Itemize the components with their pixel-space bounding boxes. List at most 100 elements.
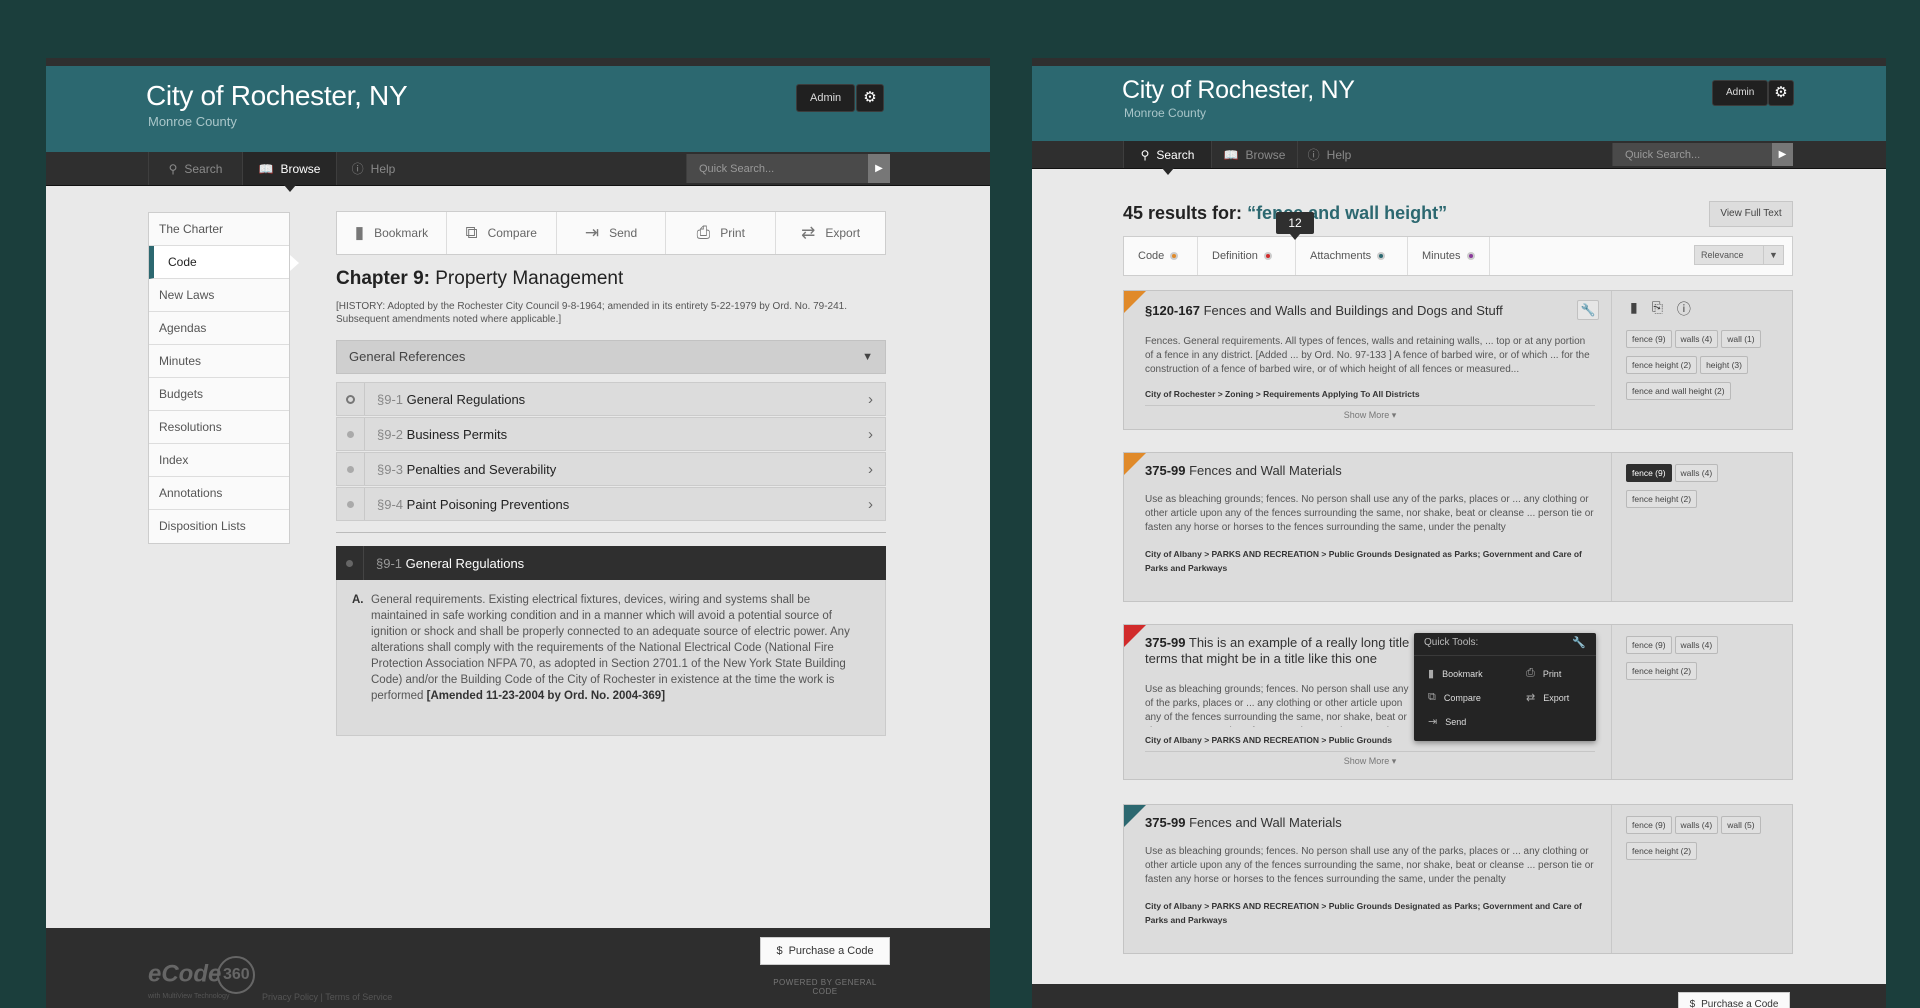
admin-button[interactable]: Admin	[796, 84, 855, 112]
city-title[interactable]: City of Rochester, NY	[146, 80, 407, 112]
purchase-button[interactable]: $Purchase a Code	[760, 937, 890, 965]
term-tag[interactable]: fence height (2)	[1626, 842, 1697, 860]
pdf-icon[interactable]: ⎘	[1652, 299, 1663, 319]
chevron-right-icon: ›	[868, 391, 873, 408]
section-title: Paint Poisoning Preventions	[407, 497, 570, 512]
term-tag[interactable]: fence and wall height (2)	[1626, 382, 1731, 400]
quick-tools-bookmark[interactable]: ▮Bookmark	[1428, 667, 1483, 680]
relevance-select[interactable]: Relevance▼	[1694, 245, 1784, 265]
sidebar-item-charter[interactable]: The Charter	[149, 213, 289, 246]
print-button[interactable]: ⎙Print	[666, 212, 776, 254]
result-breadcrumb[interactable]: City of Albany > PARKS AND RECREATION > …	[1145, 547, 1595, 575]
bookmark-button[interactable]: ▮Bookmark	[337, 212, 447, 254]
alert-icon[interactable]: ⓘ	[1677, 299, 1691, 319]
result-card[interactable]: 375-99 Fences and Wall Materials Use as …	[1123, 452, 1793, 602]
show-more-button[interactable]: Show More ▾	[1145, 405, 1595, 421]
term-tag[interactable]: fence (9)	[1626, 464, 1672, 482]
bookmark-icon[interactable]: ▮	[1630, 299, 1638, 319]
send-button[interactable]: ⇥Send	[557, 212, 667, 254]
result-card[interactable]: §120-167 Fences and Walls and Buildings …	[1123, 290, 1793, 430]
nav-help-label: Help	[1327, 148, 1352, 162]
term-tag[interactable]: wall (5)	[1721, 816, 1760, 834]
result-title[interactable]: 375-99 Fences and Wall Materials	[1145, 463, 1575, 479]
help-icon: ⓘ	[1308, 146, 1320, 163]
site-header: City of Rochester, NY Monroe County Admi…	[46, 66, 990, 152]
quick-search-submit[interactable]: ▶	[1772, 143, 1793, 166]
site-header: City of Rochester, NY Monroe County Admi…	[1032, 66, 1886, 141]
result-title[interactable]: §120-167 Fences and Walls and Buildings …	[1145, 303, 1575, 319]
general-references-dropdown[interactable]: General References▼	[336, 340, 886, 374]
compare-button[interactable]: ⧉Compare	[447, 212, 557, 254]
result-breadcrumb[interactable]: City of Rochester > Zoning > Requirement…	[1145, 387, 1595, 401]
nav-browse-label: Browse	[280, 162, 320, 176]
term-tag[interactable]: fence height (2)	[1626, 662, 1697, 680]
nav-search[interactable]: ⚲Search	[148, 152, 242, 185]
filter-tab-code[interactable]: Code	[1124, 237, 1198, 275]
settings-button[interactable]: ⚙	[856, 84, 884, 112]
sidebar-item-index[interactable]: Index	[149, 444, 289, 477]
quick-tools-export[interactable]: ⇄Export	[1526, 691, 1569, 704]
filter-tab-attachments[interactable]: Attachments	[1296, 237, 1408, 275]
sidebar-item-resolutions[interactable]: Resolutions	[149, 411, 289, 444]
term-tag[interactable]: walls (4)	[1675, 636, 1719, 654]
sidebar-item-new-laws[interactable]: New Laws	[149, 279, 289, 312]
filter-tab-definition[interactable]: Definition	[1198, 237, 1296, 275]
filter-tab-minutes[interactable]: Minutes	[1408, 237, 1490, 275]
term-tag[interactable]: fence (9)	[1626, 636, 1672, 654]
privacy-links[interactable]: Privacy Policy | Terms of Service	[262, 992, 392, 1002]
result-excerpt: Use as bleaching grounds; fences. No per…	[1145, 493, 1595, 535]
result-title[interactable]: 375-99 This is an example of a really lo…	[1145, 635, 1415, 667]
show-more-button[interactable]: Show More ▾	[1145, 751, 1595, 767]
section-row-9-4[interactable]: §9-4 Paint Poisoning Preventions›	[336, 487, 886, 521]
city-title[interactable]: City of Rochester, NY	[1122, 76, 1355, 105]
term-tag[interactable]: walls (4)	[1675, 464, 1719, 482]
nav-browse[interactable]: 📖Browse	[242, 152, 336, 185]
sidebar-item-code[interactable]: Code	[149, 246, 289, 279]
term-tag[interactable]: fence (9)	[1626, 330, 1672, 348]
purchase-button[interactable]: $Purchase a Code	[1678, 992, 1790, 1008]
term-tag[interactable]: fence height (2)	[1626, 490, 1697, 508]
term-tag[interactable]: height (3)	[1700, 356, 1748, 374]
wrench-icon[interactable]: 🔧	[1572, 636, 1586, 649]
section-row-9-1[interactable]: §9-1 General Regulations›	[336, 382, 886, 416]
quick-search-submit[interactable]: ▶	[868, 154, 890, 183]
nav-browse[interactable]: 📖Browse	[1211, 141, 1297, 168]
print-icon: ⎙	[697, 223, 711, 243]
term-tag[interactable]: walls (4)	[1675, 330, 1719, 348]
sidebar-item-agendas[interactable]: Agendas	[149, 312, 289, 345]
term-tag[interactable]: wall (1)	[1721, 330, 1760, 348]
sidebar-item-budgets[interactable]: Budgets	[149, 378, 289, 411]
term-tag[interactable]: fence (9)	[1626, 816, 1672, 834]
nav-help[interactable]: ⓘHelp	[336, 152, 410, 185]
result-number: 375-99	[1145, 463, 1185, 478]
chevron-down-icon: ▼	[1763, 246, 1783, 264]
ecode-logo[interactable]: eCode360	[148, 956, 255, 994]
settings-button[interactable]: ⚙	[1768, 80, 1794, 106]
quick-tools-print[interactable]: ⎙Print	[1526, 667, 1561, 680]
view-full-text-button[interactable]: View Full Text	[1709, 201, 1793, 227]
sidebar-item-annotations[interactable]: Annotations	[149, 477, 289, 510]
open-section-header[interactable]: §9-1 General Regulations	[336, 546, 886, 580]
term-tag[interactable]: fence height (2)	[1626, 356, 1697, 374]
result-breadcrumb[interactable]: City of Albany > PARKS AND RECREATION > …	[1145, 899, 1595, 927]
section-row-9-3[interactable]: §9-3 Penalties and Severability›	[336, 452, 886, 486]
result-card[interactable]: 375-99 Fences and Wall Materials Use as …	[1123, 804, 1793, 954]
show-more-label: Show More	[1344, 756, 1390, 766]
quick-tools-button[interactable]: 🔧	[1577, 300, 1599, 320]
term-tag[interactable]: walls (4)	[1675, 816, 1719, 834]
nav-help[interactable]: ⓘ Help	[1297, 141, 1361, 168]
export-button[interactable]: ⇄Export	[776, 212, 885, 254]
admin-button[interactable]: Admin	[1712, 80, 1768, 106]
send-label: Send	[609, 226, 637, 240]
quick-search-input[interactable]: Quick Search...	[1612, 143, 1772, 166]
attachments-color-dot	[1377, 252, 1385, 260]
result-title[interactable]: 375-99 Fences and Wall Materials	[1145, 815, 1575, 831]
quick-tools-send[interactable]: ⇥Send	[1428, 715, 1466, 728]
quick-tools-compare[interactable]: ⧉Compare	[1428, 691, 1481, 704]
sidebar-item-minutes[interactable]: Minutes	[149, 345, 289, 378]
section-row-9-2[interactable]: §9-2 Business Permits›	[336, 417, 886, 451]
nav-search[interactable]: ⚲Search	[1123, 141, 1211, 168]
sidebar-item-disposition-lists[interactable]: Disposition Lists	[149, 510, 289, 543]
result-card[interactable]: 375-99 This is an example of a really lo…	[1123, 624, 1793, 780]
quick-search-input[interactable]: Quick Search...	[686, 154, 868, 183]
